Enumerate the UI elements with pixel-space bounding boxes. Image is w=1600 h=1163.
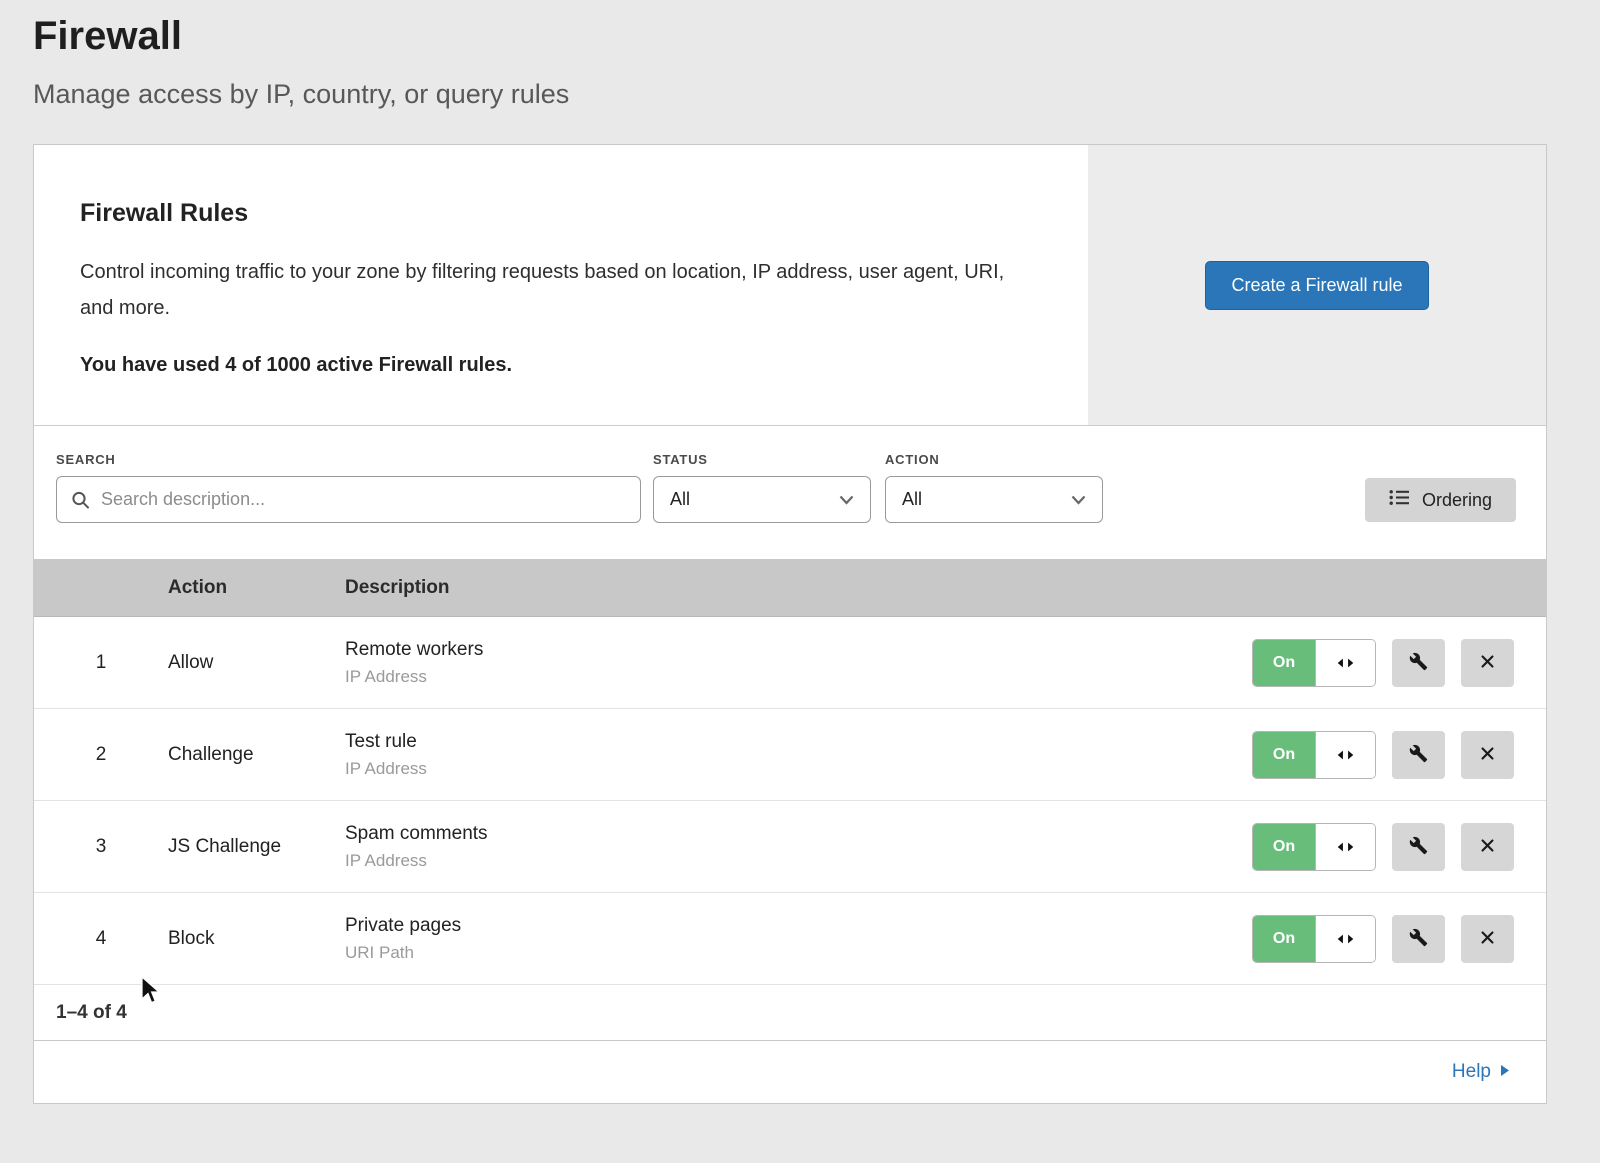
rule-field-type: URI Path <box>345 943 1252 963</box>
search-input-wrap <box>56 476 641 523</box>
rule-description-cell: Test rule IP Address <box>345 731 1252 779</box>
rules-intro-section: Firewall Rules Control incoming traffic … <box>34 145 1546 426</box>
rule-description-cell: Spam comments IP Address <box>345 823 1252 871</box>
rule-description-cell: Remote workers IP Address <box>345 639 1252 687</box>
card-footer: Help <box>34 1041 1546 1103</box>
status-select[interactable]: All <box>653 476 871 523</box>
page-title: Firewall <box>33 14 1547 59</box>
rule-action: Allow <box>168 652 345 674</box>
edit-rule-button[interactable] <box>1392 823 1445 871</box>
table-row: 2 Challenge Test rule IP Address On <box>34 709 1546 801</box>
search-label: SEARCH <box>56 452 641 467</box>
section-description: Control incoming traffic to your zone by… <box>80 254 1028 326</box>
rule-description: Test rule <box>345 731 1252 753</box>
table-row: 1 Allow Remote workers IP Address On <box>34 617 1546 709</box>
table-header: Action Description <box>34 559 1546 617</box>
pagination-text: 1–4 of 4 <box>34 985 1546 1041</box>
rule-description: Private pages <box>345 915 1252 937</box>
edit-rule-button[interactable] <box>1392 639 1445 687</box>
close-icon <box>1479 653 1496 673</box>
rule-number: 3 <box>34 836 168 858</box>
edit-rule-button[interactable] <box>1392 915 1445 963</box>
rule-action: Block <box>168 928 345 950</box>
wrench-icon <box>1409 836 1428 858</box>
toggle-on-label: On <box>1253 640 1315 686</box>
left-right-arrows-icon <box>1315 916 1375 962</box>
left-right-arrows-icon <box>1315 732 1375 778</box>
action-filter: ACTION All <box>885 452 1103 523</box>
ordering-button-label: Ordering <box>1422 490 1492 511</box>
filters-bar: SEARCH STATUS All ACTION <box>34 426 1546 559</box>
wrench-icon <box>1409 652 1428 674</box>
help-link-label: Help <box>1452 1061 1491 1083</box>
rule-field-type: IP Address <box>345 759 1252 779</box>
wrench-icon <box>1409 928 1428 950</box>
rule-action: Challenge <box>168 744 345 766</box>
rule-controls: On <box>1252 731 1546 779</box>
action-select-value: All <box>902 489 922 510</box>
status-select-value: All <box>670 489 690 510</box>
status-filter: STATUS All <box>653 452 871 523</box>
search-icon <box>71 490 90 509</box>
rule-controls: On <box>1252 915 1546 963</box>
rule-toggle[interactable]: On <box>1252 639 1376 687</box>
delete-rule-button[interactable] <box>1461 823 1514 871</box>
rule-action: JS Challenge <box>168 836 345 858</box>
delete-rule-button[interactable] <box>1461 915 1514 963</box>
toggle-on-label: On <box>1253 824 1315 870</box>
triangle-right-icon <box>1500 1061 1510 1083</box>
table-row: 4 Block Private pages URI Path On <box>34 893 1546 985</box>
rule-description: Remote workers <box>345 639 1252 661</box>
rule-number: 2 <box>34 744 168 766</box>
ordered-list-icon <box>1389 489 1410 511</box>
help-link[interactable]: Help <box>1452 1061 1510 1083</box>
delete-rule-button[interactable] <box>1461 639 1514 687</box>
create-rule-panel: Create a Firewall rule <box>1088 145 1546 425</box>
rule-toggle[interactable]: On <box>1252 915 1376 963</box>
close-icon <box>1479 929 1496 949</box>
table-row: 3 JS Challenge Spam comments IP Address … <box>34 801 1546 893</box>
search-filter: SEARCH <box>56 452 641 523</box>
rule-number: 1 <box>34 652 168 674</box>
section-heading: Firewall Rules <box>80 199 1028 228</box>
rule-toggle[interactable]: On <box>1252 823 1376 871</box>
wrench-icon <box>1409 744 1428 766</box>
rule-description-cell: Private pages URI Path <box>345 915 1252 963</box>
rule-field-type: IP Address <box>345 667 1252 687</box>
close-icon <box>1479 745 1496 765</box>
usage-text: You have used 4 of 1000 active Firewall … <box>80 354 1028 377</box>
chevron-down-icon <box>839 489 854 510</box>
firewall-page: Firewall Manage access by IP, country, o… <box>0 0 1600 1104</box>
rule-field-type: IP Address <box>345 851 1252 871</box>
action-label: ACTION <box>885 452 1103 467</box>
left-right-arrows-icon <box>1315 824 1375 870</box>
toggle-on-label: On <box>1253 916 1315 962</box>
status-label: STATUS <box>653 452 871 467</box>
rule-controls: On <box>1252 639 1546 687</box>
action-select[interactable]: All <box>885 476 1103 523</box>
rule-description: Spam comments <box>345 823 1252 845</box>
edit-rule-button[interactable] <box>1392 731 1445 779</box>
left-right-arrows-icon <box>1315 640 1375 686</box>
rule-number: 4 <box>34 928 168 950</box>
close-icon <box>1479 837 1496 857</box>
create-firewall-rule-button[interactable]: Create a Firewall rule <box>1205 261 1428 310</box>
firewall-rules-card: Firewall Rules Control incoming traffic … <box>33 144 1547 1104</box>
chevron-down-icon <box>1071 489 1086 510</box>
page-subtitle: Manage access by IP, country, or query r… <box>33 79 1547 110</box>
search-input[interactable] <box>56 476 641 523</box>
column-header-action: Action <box>168 577 345 599</box>
delete-rule-button[interactable] <box>1461 731 1514 779</box>
rule-controls: On <box>1252 823 1546 871</box>
rules-intro-text: Firewall Rules Control incoming traffic … <box>34 145 1088 425</box>
rule-toggle[interactable]: On <box>1252 731 1376 779</box>
column-header-description: Description <box>345 577 1514 599</box>
toggle-on-label: On <box>1253 732 1315 778</box>
ordering-button[interactable]: Ordering <box>1365 478 1516 522</box>
